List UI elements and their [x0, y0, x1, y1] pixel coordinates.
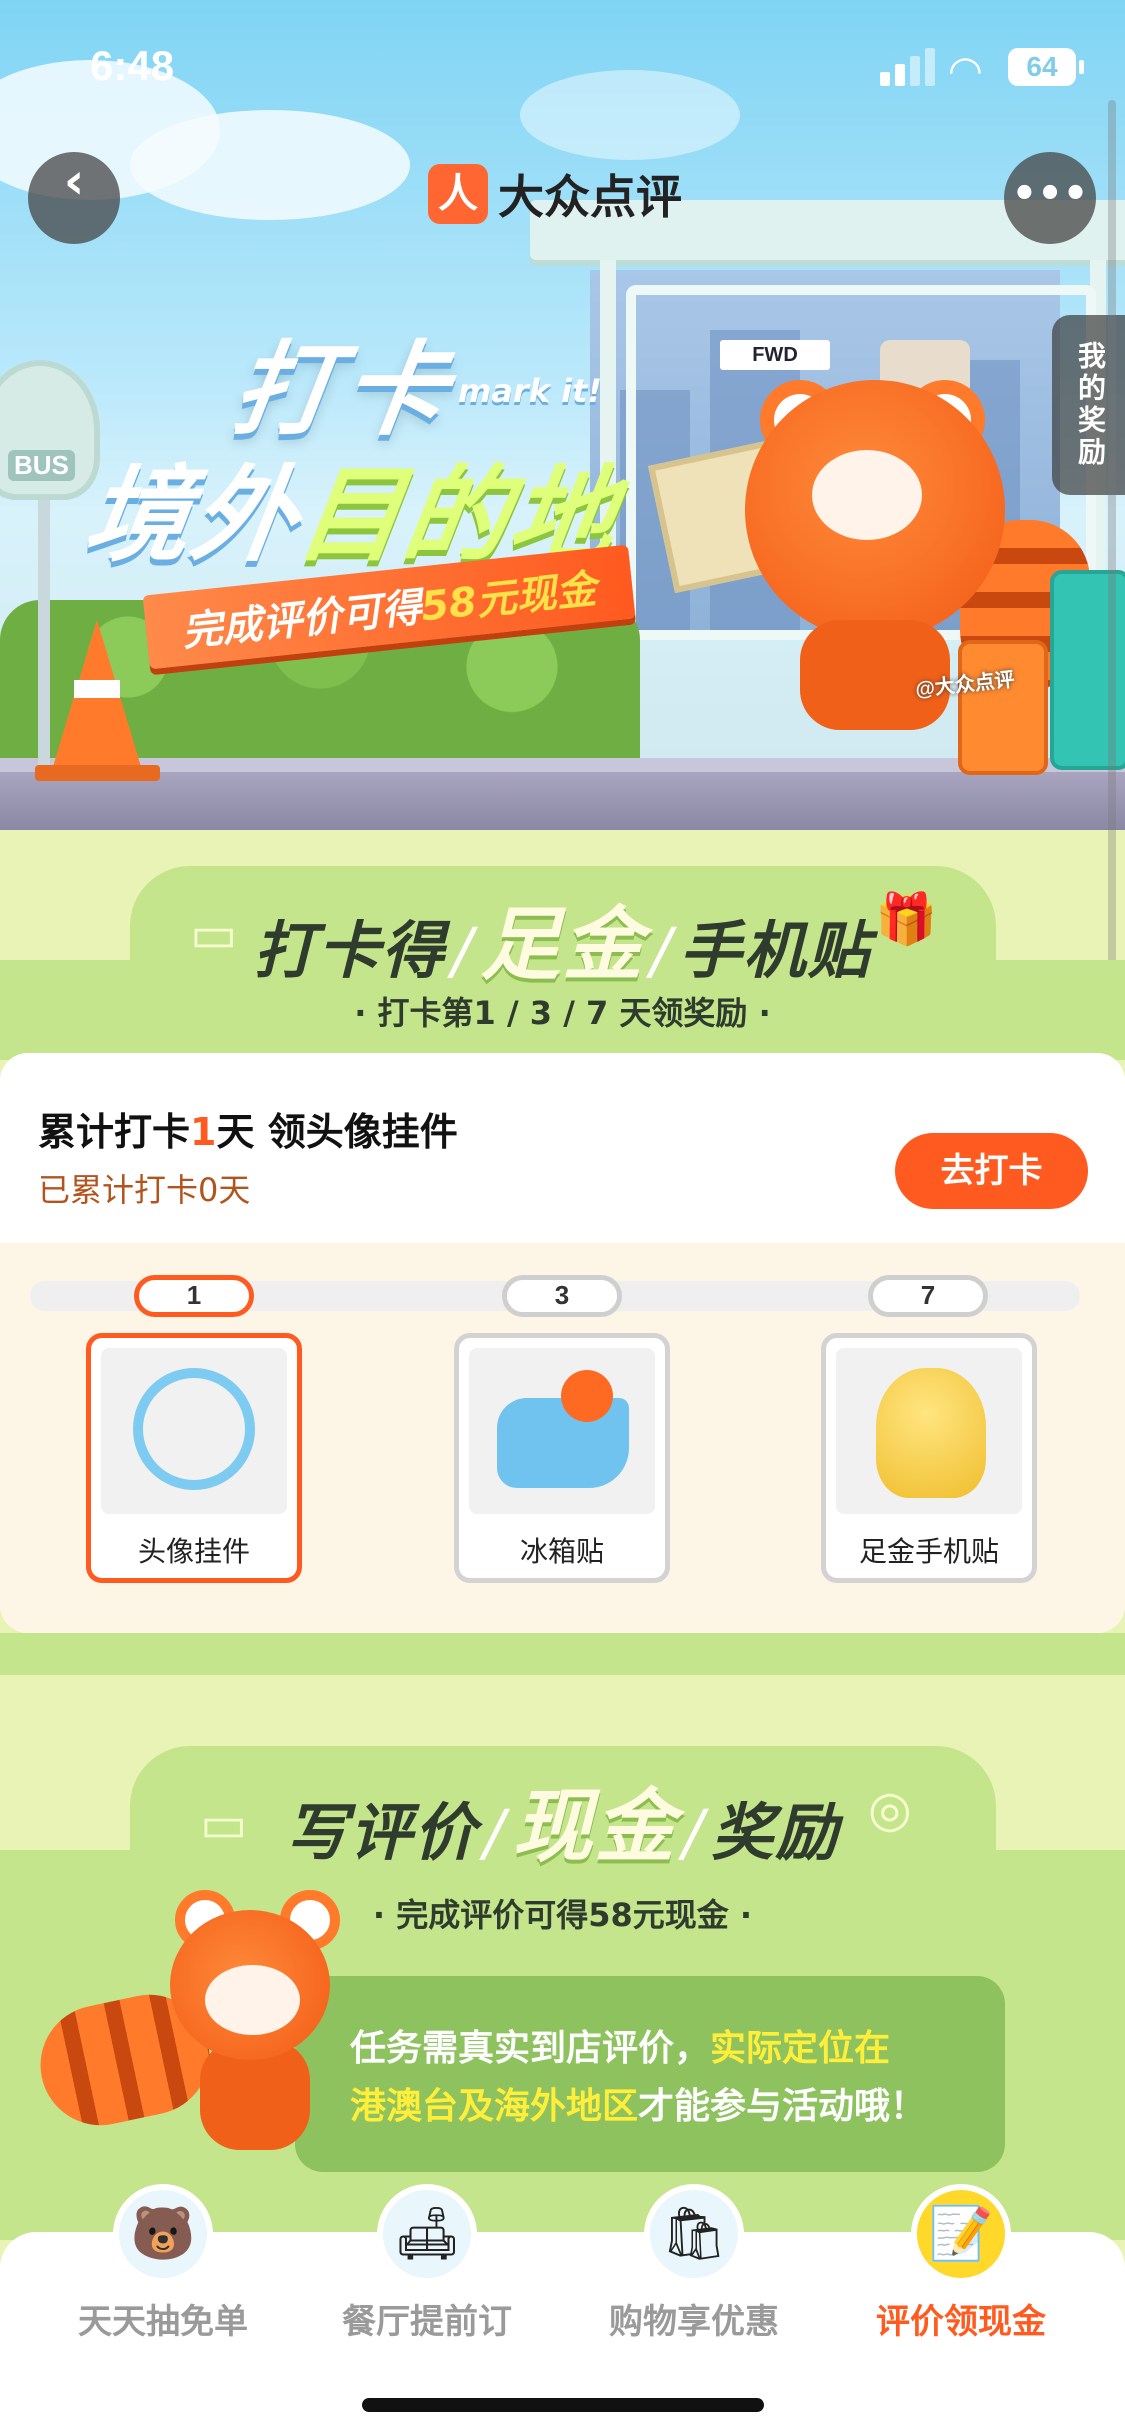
brand-header: 人 大众点评: [428, 162, 682, 226]
chevron-left-icon: ‹: [63, 152, 85, 210]
tab-daily-lottery[interactable]: 🐻 天天抽免单: [32, 2184, 294, 2436]
battery-icon: 64: [1008, 48, 1084, 86]
traffic-cone-base: [35, 765, 160, 781]
reward-avatar-frame[interactable]: 头像挂件: [86, 1333, 302, 1583]
checkin-card-title-a: 累计打卡: [38, 1110, 191, 1154]
wifi-icon: ◠: [950, 48, 981, 94]
go-checkin-button[interactable]: 去打卡: [895, 1133, 1088, 1209]
tab-review-cash[interactable]: 📝 评价领现金: [830, 2184, 1092, 2436]
bus-sign-pole: [38, 490, 50, 770]
lucky-cat-icon: [876, 1368, 986, 1498]
checkin-title-a: 打卡得: [253, 914, 446, 987]
red-panda-mascot-waving: [29, 1890, 340, 2170]
hero-banner: FWD BUS @大众点评 打卡 mark it! 境外目的地 完成评价可得58…: [0, 0, 1125, 830]
milestone-day-badge: 3: [502, 1275, 622, 1317]
ad-logo: FWD: [720, 340, 830, 370]
red-panda-sticker-icon: [561, 1370, 613, 1422]
gold-sticker-image: [836, 1348, 1022, 1514]
reward-label: 足金手机贴: [858, 1535, 999, 1568]
hero-banner-amount: 58元现金: [418, 566, 599, 631]
reward-label: 冰箱贴: [519, 1535, 604, 1568]
milestone-day-badge: 1: [134, 1275, 254, 1317]
status-time: 6:48: [90, 42, 175, 89]
cloud: [520, 70, 740, 160]
notice-part: 才能参与活动哦！: [638, 2086, 927, 2127]
reward-gold-phone-sticker[interactable]: 足金手机贴: [821, 1333, 1037, 1583]
back-button[interactable]: ‹: [28, 152, 120, 244]
checkin-card-title-count: 1: [190, 1110, 217, 1154]
suitcase-orange: [958, 640, 1048, 775]
milestone-panel: 1 3 7 头像挂件 冰箱贴 足金手机贴: [0, 1243, 1125, 1633]
notepad-icon: 📝: [911, 2184, 1011, 2284]
tab-label: 天天抽免单: [78, 2302, 248, 2342]
red-panda-face: [812, 450, 922, 540]
notice-part: 任务需真实到店评价，: [350, 2028, 711, 2069]
map-sticker-icon: [497, 1398, 629, 1488]
checkin-section-title: 打卡得/足金/手机贴: [253, 898, 872, 991]
checkin-title-c: 手机贴: [679, 914, 872, 987]
avatar-ring-icon: [133, 1368, 255, 1490]
review-section-title: 写评价/现金/奖励: [285, 1780, 840, 1873]
sofa-icon: 🛋: [377, 2184, 477, 2284]
tab-label: 餐厅提前订: [342, 2302, 512, 2342]
reward-fridge-magnet[interactable]: 冰箱贴: [454, 1333, 670, 1583]
review-notice-text: 任务需真实到店评价，实际定位在港澳台及海外地区才能参与活动哦！: [350, 2020, 1000, 2136]
brand-name: 大众点评: [498, 170, 682, 224]
checkin-card-header: 累计打卡1天 领头像挂件 已累计打卡0天 去打卡: [0, 1053, 1125, 1243]
home-indicator[interactable]: [362, 2398, 764, 2412]
hero-title-line2-a: 境外: [78, 454, 308, 576]
hero-tagline: mark it!: [458, 372, 602, 410]
more-button[interactable]: •••: [1004, 152, 1096, 244]
ellipsis-icon: •••: [1011, 171, 1089, 217]
cloud: [130, 110, 410, 220]
tab-label: 购物享优惠: [609, 2302, 779, 2342]
curb: [0, 772, 1125, 830]
checkin-section-subtitle: · 打卡第1 / 3 / 7 天领奖励 ·: [354, 994, 771, 1032]
avatar-frame-image: [101, 1348, 287, 1514]
checkin-section-footer: [0, 1633, 1125, 1675]
fridge-magnet-image: [469, 1348, 655, 1514]
checkin-card-title: 累计打卡1天 领头像挂件: [38, 1101, 458, 1156]
tab-label: 评价领现金: [876, 2302, 1046, 2342]
checkin-progress-text: 已累计打卡0天: [38, 1171, 251, 1209]
shopping-bag-icon: 🛍: [644, 2184, 744, 2284]
review-title-a: 写评价: [285, 1796, 478, 1869]
checkin-card: 累计打卡1天 领头像挂件 已累计打卡0天 去打卡 1 3 7 头像挂件 冰箱贴 …: [0, 1053, 1125, 1633]
checkin-title-b: 足金: [480, 898, 645, 991]
notice-highlight: 实际定位在: [710, 2028, 891, 2069]
milestone-day-badge: 7: [868, 1275, 988, 1317]
traffic-cone-stripe: [74, 680, 120, 698]
bus-sign-label: BUS: [8, 450, 75, 481]
dianping-logo-icon: 人: [428, 164, 488, 224]
bear-icon: 🐻: [113, 2184, 213, 2284]
review-title-c: 奖励: [711, 1796, 840, 1869]
review-title-b: 现金: [512, 1780, 677, 1873]
reward-label: 头像挂件: [137, 1535, 250, 1568]
checkin-card-title-b: 天 领头像挂件: [216, 1110, 458, 1154]
notice-highlight: 港澳台及海外地区: [350, 2086, 639, 2127]
